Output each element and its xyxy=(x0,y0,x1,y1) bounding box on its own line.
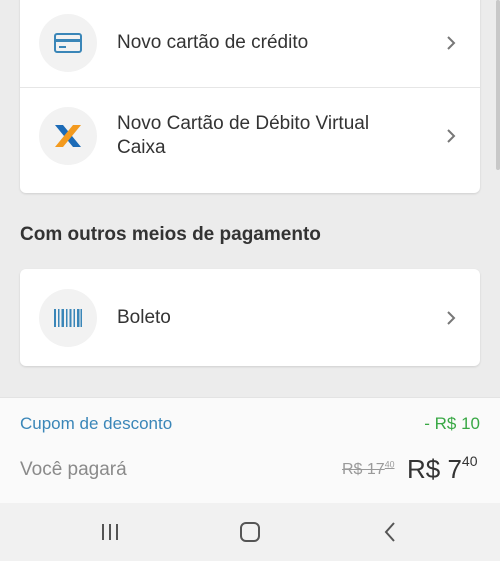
other-methods-title: Com outros meios de pagamento xyxy=(20,224,321,245)
chevron-right-icon xyxy=(446,128,456,144)
barcode-icon xyxy=(54,308,82,327)
coupon-link[interactable]: Cupom de desconto xyxy=(20,414,172,434)
android-nav-bar xyxy=(0,503,500,561)
caixa-label-line2: Caixa xyxy=(117,137,166,158)
scrollbar[interactable] xyxy=(496,0,500,170)
home-icon[interactable] xyxy=(238,520,262,544)
barcode-icon-circle xyxy=(39,288,97,347)
new-credit-card-label: Novo cartão de crédito xyxy=(117,32,309,53)
boleto-label: Boleto xyxy=(117,306,171,328)
caixa-label-line1: Novo Cartão de Débito Virtual xyxy=(117,113,370,134)
new-price-cents: 40 xyxy=(461,453,478,469)
old-price-cents: 40 xyxy=(384,459,395,470)
caixa-logo-icon-circle xyxy=(39,107,97,165)
new-caixa-debit-card-label: Novo Cartão de Débito Virtual Caixa xyxy=(117,112,417,160)
boleto-card: Boleto xyxy=(20,269,480,366)
new-price: R$ 740 xyxy=(407,454,478,485)
credit-card-icon-circle xyxy=(39,14,97,72)
chevron-right-icon xyxy=(446,310,456,326)
back-icon[interactable] xyxy=(378,520,402,544)
payment-summary: Cupom de desconto - R$ 10 Você pagará R$… xyxy=(0,397,500,504)
chevron-right-icon xyxy=(446,35,456,51)
old-price-main: R$ 17 xyxy=(342,461,385,478)
recent-apps-icon[interactable] xyxy=(98,520,122,544)
you-pay-label: Você pagará xyxy=(20,459,127,480)
boleto-option[interactable]: Boleto xyxy=(20,269,480,366)
coupon-discount-value: - R$ 10 xyxy=(424,414,480,433)
credit-card-icon xyxy=(54,33,82,53)
payment-methods-list[interactable]: Novo cartão de crédito Novo Cartão de Dé… xyxy=(0,0,500,397)
new-price-main: R$ 7 xyxy=(407,454,462,484)
old-price: R$ 1740 xyxy=(342,459,395,479)
caixa-logo-icon xyxy=(55,125,81,147)
new-caixa-debit-card-option[interactable]: Novo Cartão de Débito Virtual Caixa xyxy=(20,87,480,184)
new-credit-card-option[interactable]: Novo cartão de crédito xyxy=(20,0,480,86)
card-options-group: Novo cartão de crédito Novo Cartão de Dé… xyxy=(20,0,480,193)
